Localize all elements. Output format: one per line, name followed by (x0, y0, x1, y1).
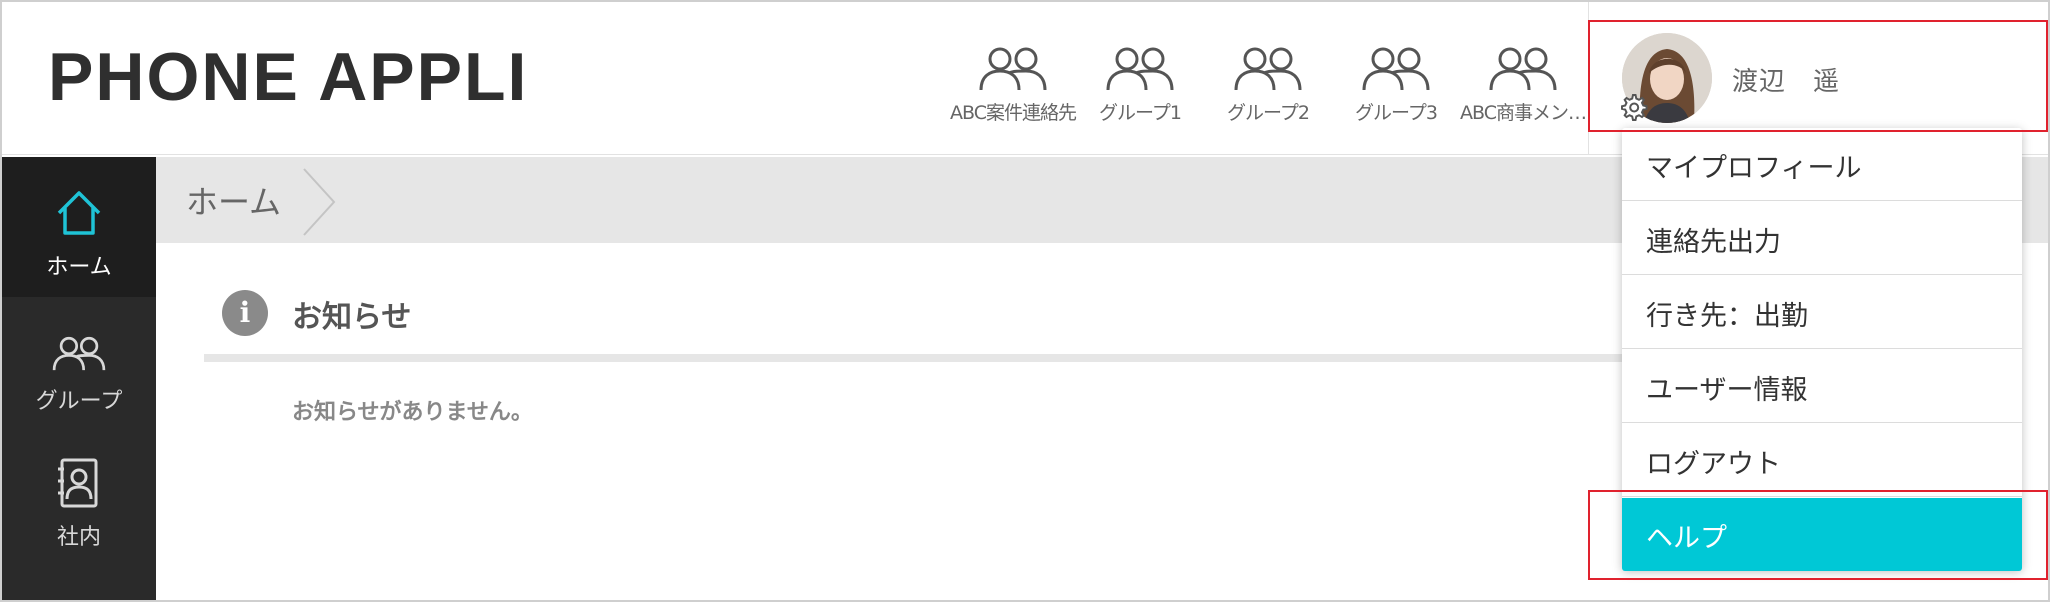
group-icon (979, 47, 1047, 91)
group-tab-2[interactable]: グループ1 (1075, 44, 1205, 134)
sidebar-item-company[interactable]: 社内 (2, 437, 156, 577)
menu-item-export-contacts[interactable]: 連絡先出力 (1622, 202, 2022, 275)
menu-item-help[interactable]: ヘルプ (1622, 498, 2022, 571)
menu-item-label: 行き先：出勤 (1646, 301, 1808, 332)
menu-item-label: ユーザー情報 (1646, 375, 1808, 406)
sidebar-item-label: グループ (35, 389, 123, 414)
group-icon (1489, 47, 1557, 91)
breadcrumb-chevron-icon (303, 168, 336, 236)
group-tab-4[interactable]: グループ3 (1331, 44, 1461, 134)
notice-divider (204, 354, 1704, 362)
group-tab-1[interactable]: ABC案件連絡先 (948, 44, 1078, 134)
group-tab-label: グループ3 (1355, 102, 1438, 124)
menu-item-label: マイプロフィール (1646, 153, 1862, 184)
sidebar-item-label: 社内 (56, 525, 101, 550)
header-divider (1588, 0, 1589, 155)
info-icon: i (222, 290, 268, 336)
group-tab-label: ABC案件連絡先 (950, 102, 1077, 124)
notice-title: お知らせ (292, 300, 412, 335)
group-tab-3[interactable]: グループ2 (1203, 44, 1333, 134)
notice-empty-message: お知らせがありません。 (292, 400, 533, 425)
user-name: 渡辺 遥 (1732, 67, 1841, 97)
user-dropdown-menu: マイプロフィール 連絡先出力 行き先：出勤 ユーザー情報 ログアウト ヘルプ (1622, 128, 2022, 571)
settings-gear-icon[interactable] (1618, 91, 1648, 121)
group-tab-5[interactable]: ABC商事メン… (1458, 44, 1588, 134)
sidebar-item-label: ホーム (46, 255, 112, 280)
home-icon (57, 191, 101, 235)
menu-item-logout[interactable]: ログアウト (1622, 424, 2022, 497)
group-tab-label: ABC商事メン… (1460, 102, 1587, 124)
group-icon (1106, 47, 1174, 91)
app-logo[interactable]: PHONE APPLI (48, 38, 528, 116)
group-tab-label: グループ1 (1099, 102, 1182, 124)
menu-item-user-info[interactable]: ユーザー情報 (1622, 350, 2022, 423)
menu-item-label: ヘルプ (1646, 523, 1727, 554)
menu-item-label: ログアウト (1646, 449, 1781, 480)
menu-item-destination[interactable]: 行き先：出勤 (1622, 276, 2022, 349)
group-icon (1234, 47, 1302, 91)
breadcrumb-home[interactable]: ホーム (186, 177, 281, 223)
contact-book-icon (58, 458, 98, 508)
sidebar-item-home[interactable]: ホーム (2, 157, 156, 297)
menu-item-my-profile[interactable]: マイプロフィール (1622, 128, 2022, 201)
menu-item-label: 連絡先出力 (1646, 227, 1781, 258)
sidebar: ホーム グループ 社内 (2, 157, 156, 600)
group-icon (52, 336, 106, 371)
user-menu-toggle[interactable]: 渡辺 遥 (1621, 33, 2022, 123)
sidebar-item-group[interactable]: グループ (2, 297, 156, 437)
group-icon (1362, 47, 1430, 91)
group-tab-label: グループ2 (1227, 102, 1310, 124)
